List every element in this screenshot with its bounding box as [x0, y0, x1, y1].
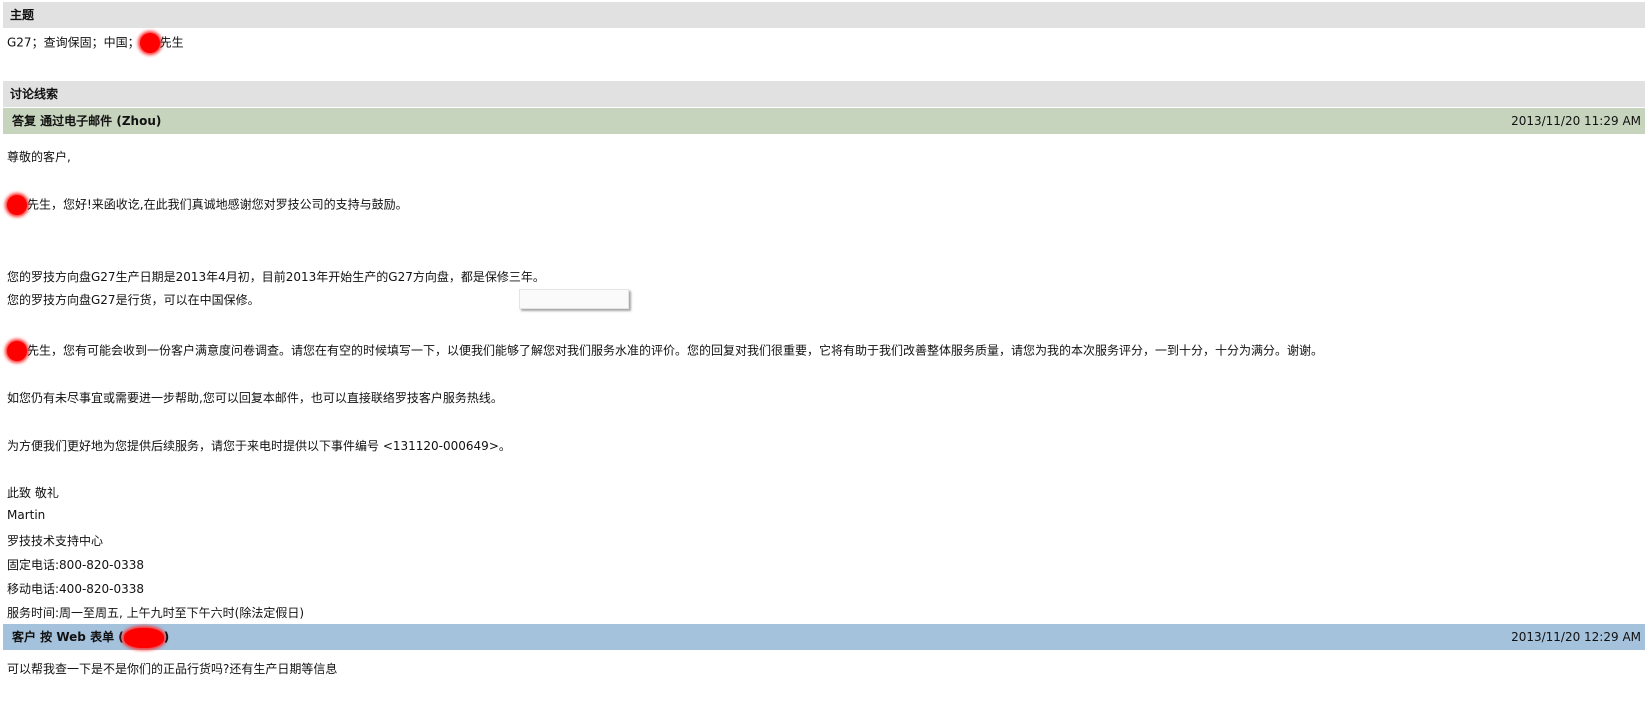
- reply-regards: 此致 敬礼: [7, 486, 59, 500]
- subject-header: 主题: [3, 2, 1645, 28]
- thread-header: 讨论线索: [3, 81, 1645, 107]
- reply-landline: 固定电话:800-820-0338: [7, 558, 145, 572]
- reply-title: 答复 通过电子邮件 (Zhou): [12, 114, 162, 128]
- reply-header[interactable]: 答复 通过电子邮件 (Zhou) 2013/11/20 11:29 AM: [3, 108, 1645, 134]
- subject-text: G27；查询保固；中国； 先生: [7, 33, 184, 53]
- redaction-mark: [7, 195, 27, 215]
- reply-incident-number: 为方便我们更好地为您提供后续服务，请您于来电时提供以下事件编号 <131120-…: [7, 439, 511, 453]
- reply-survey: 先生，您有可能会收到一份客户满意度问卷调查。请您在有空的时候填写一下，以便我们能…: [7, 341, 1323, 361]
- reply-production-date: 您的罗技方向盘G27生产日期是2013年4月初，目前2013年开始生产的G27方…: [7, 270, 545, 284]
- reply-support-center: 罗技技术支持中心: [7, 534, 104, 548]
- customer-message: 可以帮我查一下是不是你们的正品行货吗?还有生产日期等信息: [7, 662, 338, 676]
- customer-header[interactable]: 客户 按 Web 表单 () 2013/11/20 12:29 AM: [3, 624, 1645, 650]
- reply-agent-name: Martin: [7, 508, 46, 522]
- subject-header-label: 主题: [10, 8, 35, 22]
- reply-greeting: 尊敬的客户,: [7, 150, 71, 164]
- reply-hello: 先生，您好!来函收讫,在此我们真诚地感谢您对罗技公司的支持与鼓励。: [7, 195, 408, 215]
- customer-title: 客户 按 Web 表单 (): [12, 624, 169, 650]
- customer-timestamp: 2013/11/20 12:29 AM: [1511, 630, 1641, 644]
- thread-header-label: 讨论线索: [10, 87, 59, 101]
- redaction-mark: [139, 33, 160, 53]
- reply-followup: 如您仍有未尽事宜或需要进一步帮助,您可以回复本邮件，也可以直接联络罗技客户服务热…: [7, 391, 503, 405]
- reply-service-hours: 服务时间:周一至周五, 上午九时至下午六时(除法定假日): [7, 606, 305, 620]
- redaction-mark: [7, 341, 27, 361]
- reply-timestamp: 2013/11/20 11:29 AM: [1511, 114, 1641, 128]
- redaction-mark: [123, 627, 164, 648]
- reply-warranty: 您的罗技方向盘G27是行货，可以在中国保修。: [7, 293, 260, 307]
- tooltip-popup: [519, 289, 629, 309]
- reply-mobile: 移动电话:400-820-0338: [7, 582, 145, 596]
